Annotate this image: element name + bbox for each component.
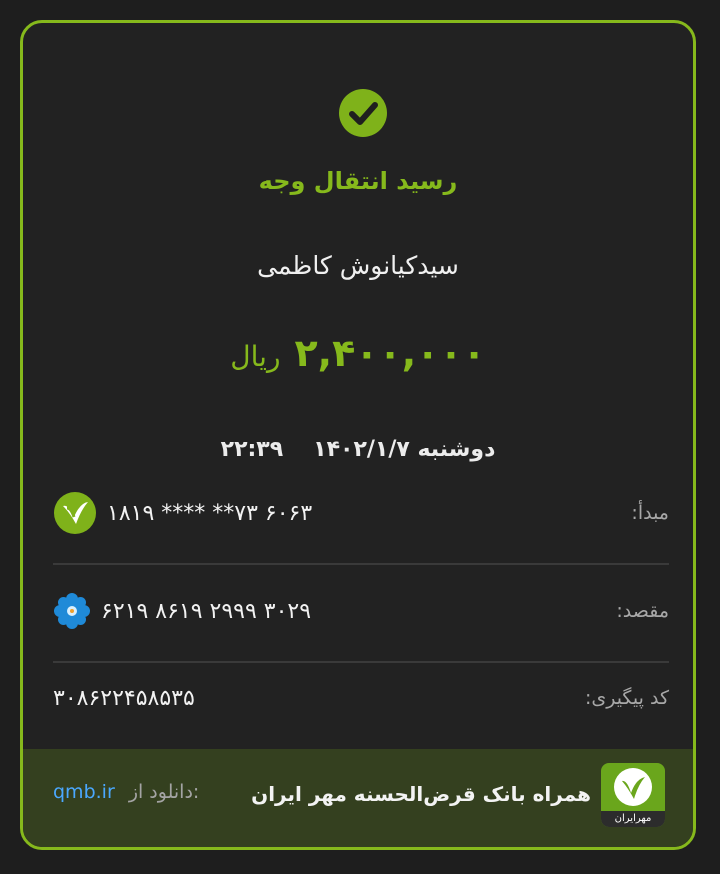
- currency-label: ریال: [230, 340, 281, 373]
- date-text: ۱۴۰۲/۱/۷: [313, 437, 410, 462]
- date-value: دوشنبه ۱۴۰۲/۱/۷: [313, 437, 495, 462]
- source-label: مبدأ:: [631, 502, 669, 524]
- divider: [53, 563, 669, 565]
- date-time-row: دوشنبه ۱۴۰۲/۱/۷ ۲۲:۳۹: [23, 437, 693, 462]
- source-value: ۱۸۱۹ **** **۷۳ ۶۰۶۳: [53, 491, 312, 535]
- footer: qmb.ir دانلود از: همراه بانک قرض‌الحسنه …: [23, 749, 693, 847]
- destination-label: مقصد:: [616, 600, 669, 622]
- download-link-row: qmb.ir دانلود از:: [53, 781, 199, 803]
- amount-value: ۲,۴۰۰,۰۰۰: [294, 331, 486, 375]
- tracking-label: کد پیگیری:: [584, 687, 669, 709]
- app-logo-text: مهرایران: [601, 811, 665, 827]
- amount-row: ۲,۴۰۰,۰۰۰ ریال: [23, 331, 693, 375]
- destination-card-number: ۶۲۱۹ ۸۶۱۹ ۲۹۹۹ ۳۰۲۹: [101, 598, 312, 624]
- tracking-row: ۳۰۸۶۲۲۴۵۸۵۳۵ کد پیگیری:: [53, 675, 669, 721]
- destination-value: ۶۲۱۹ ۸۶۱۹ ۲۹۹۹ ۳۰۲۹: [53, 592, 311, 630]
- app-logo-icon: مهرایران: [601, 763, 665, 827]
- tracking-code: ۳۰۸۶۲۲۴۵۸۵۳۵: [53, 685, 195, 711]
- tracking-value: ۳۰۸۶۲۲۴۵۸۵۳۵: [53, 686, 195, 711]
- receipt-card: رسید انتقال وجه سیدکیانوش کاظمی ۲,۴۰۰,۰۰…: [20, 20, 696, 850]
- download-label: دانلود از:: [128, 781, 200, 803]
- source-row: ۱۸۱۹ **** **۷۳ ۶۰۶۳ مبدأ:: [53, 490, 669, 536]
- destination-row: ۶۲۱۹ ۸۶۱۹ ۲۹۹۹ ۳۰۲۹ مقصد:: [53, 588, 669, 634]
- success-check-icon: [339, 89, 387, 137]
- divider: [53, 661, 669, 663]
- app-name: همراه بانک قرض‌الحسنه مهر ایران: [251, 782, 591, 806]
- download-url-link[interactable]: qmb.ir: [53, 781, 115, 803]
- time-value: ۲۲:۳۹: [220, 437, 284, 462]
- receipt-title: رسید انتقال وجه: [258, 167, 458, 195]
- blue-flower-bank-icon: [53, 592, 91, 630]
- mehr-iran-bank-icon: [53, 491, 97, 535]
- day-name: دوشنبه: [417, 437, 496, 462]
- source-card-number: ۱۸۱۹ **** **۷۳ ۶۰۶۳: [107, 500, 313, 526]
- recipient-name: سیدکیانوش کاظمی: [257, 251, 459, 280]
